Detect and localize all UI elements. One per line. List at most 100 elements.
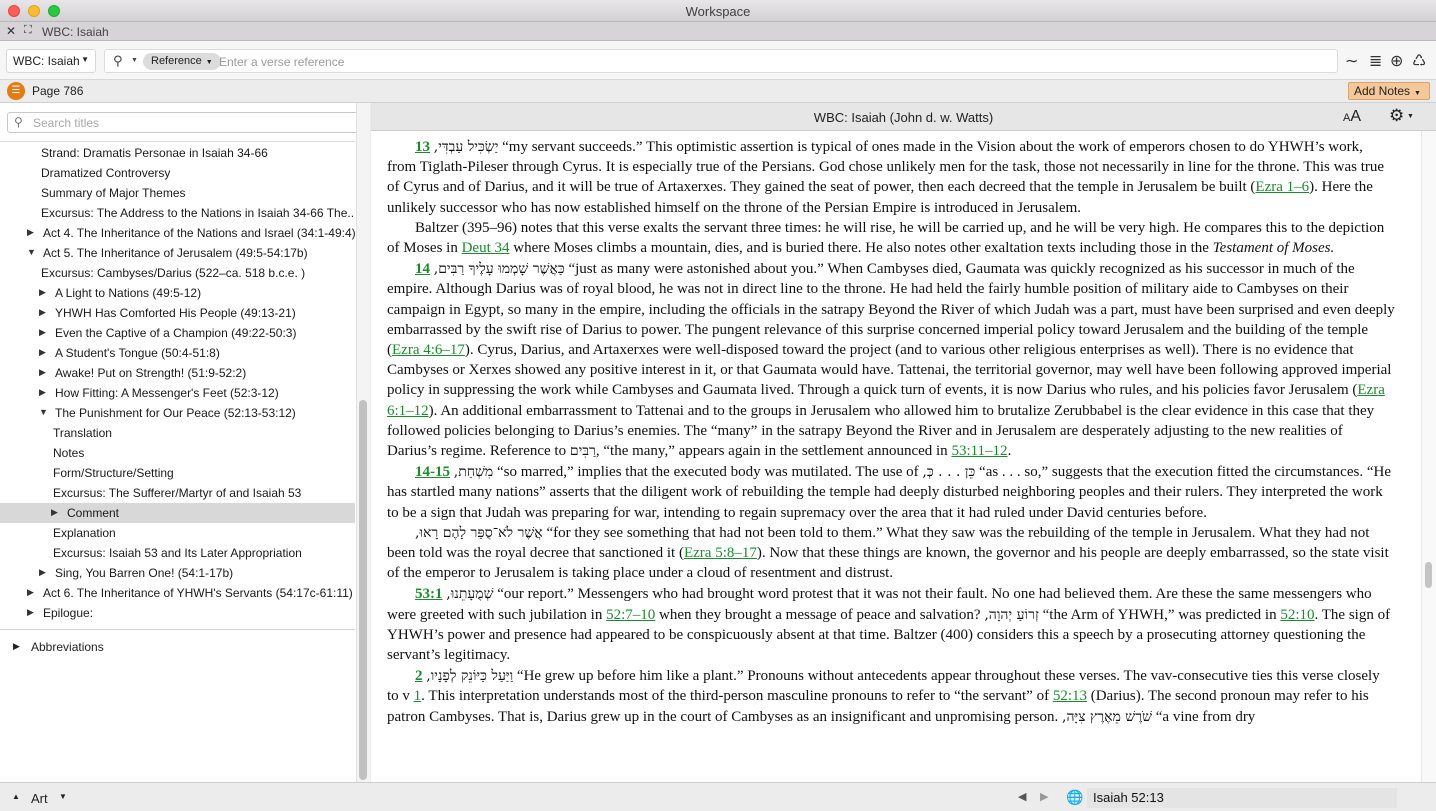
window-title: Workspace xyxy=(685,4,751,19)
search-icon[interactable]: ⚲ xyxy=(113,53,123,69)
font-size-icon[interactable]: AA xyxy=(1343,108,1361,126)
list-icon[interactable]: ≣ xyxy=(1369,51,1382,71)
disclosure-arrow-icon[interactable]: ▶ xyxy=(39,327,46,338)
expand-icon[interactable]: ⛶ xyxy=(24,24,32,37)
resource-label: WBC: Isaiah xyxy=(13,54,80,68)
reader-scroll-thumb[interactable] xyxy=(1425,562,1432,588)
disclosure-arrow-icon[interactable]: ▶ xyxy=(51,507,58,518)
chevron-up-icon[interactable]: ▲ xyxy=(12,792,20,801)
reference-input[interactable] xyxy=(219,52,1319,71)
toc-item[interactable]: ▶ Act 4. The Inheritance of the Nations a… xyxy=(0,223,355,243)
toc-item[interactable]: ▶ How Fitting: A Messenger's Feet (52:3-1… xyxy=(0,383,355,403)
reader-scrollbar[interactable] xyxy=(1421,131,1436,782)
chevron-down-icon[interactable]: ▼ xyxy=(59,792,67,801)
disclosure-arrow-icon[interactable]: ▶ xyxy=(13,641,20,652)
gear-icon[interactable]: ⚙ xyxy=(1389,106,1404,126)
reference-type-pill[interactable]: Reference ▼ xyxy=(143,53,221,70)
scripture-link[interactable]: 53:11–12 xyxy=(951,443,1007,459)
toc-item[interactable]: Excursus: Cambyses/Darius (522–ca. 518 b… xyxy=(0,263,355,283)
verse-link[interactable]: 2 xyxy=(415,668,423,684)
disclosure-arrow-icon[interactable]: ▶ xyxy=(39,387,46,398)
toc-item[interactable]: Translation xyxy=(0,423,355,443)
hebrew-text: אֲשֶׁר לֹא־סֻפַּר לָהֶם רָאוּ, xyxy=(415,524,543,541)
toc-item-label: How Fitting: A Messenger's Feet (52:3-12… xyxy=(55,386,279,400)
paragraph: Baltzer (395–96) notes that this verse e… xyxy=(387,218,1395,258)
toc-item-abbreviations[interactable]: ▶ Abbreviations xyxy=(0,637,355,657)
disclosure-arrow-icon[interactable]: ▶ xyxy=(39,567,46,578)
verse-link[interactable]: 14-15 xyxy=(415,464,450,480)
disclosure-arrow-icon[interactable]: ▶ xyxy=(27,227,34,238)
globe-icon[interactable]: 🌐 xyxy=(1066,789,1083,806)
toc-item[interactable]: Excursus: Isaiah 53 and Its Later Approp… xyxy=(0,543,355,563)
toc-item-label: Translation xyxy=(53,426,112,440)
toc-item[interactable]: ▶ A Student's Tongue (50:4-51:8) xyxy=(0,343,355,363)
chevron-down-icon: ▼ xyxy=(1414,90,1421,97)
art-panel-toggle[interactable]: Art xyxy=(31,791,48,806)
forward-arrow-icon[interactable]: ▶ xyxy=(1040,790,1048,803)
verse-link[interactable]: 53:1 xyxy=(415,586,443,602)
chevron-down-icon[interactable]: ▼ xyxy=(131,57,138,64)
disclosure-arrow-icon[interactable]: ▶ xyxy=(39,307,46,318)
chevron-down-icon[interactable]: ▼ xyxy=(1407,113,1414,120)
toc-item-label: A Light to Nations (49:5-12) xyxy=(55,286,202,300)
toc-item[interactable]: Notes xyxy=(0,443,355,463)
sidebar-scroll-thumb[interactable] xyxy=(359,400,367,780)
add-circle-icon[interactable]: ⊕ xyxy=(1390,51,1403,71)
toc-item-label: Form/Structure/Setting xyxy=(53,466,174,480)
contents-menu-icon[interactable]: ☰ xyxy=(7,82,25,100)
toc-item[interactable]: Excursus: The Address to the Nations in … xyxy=(0,203,355,223)
resource-selector[interactable]: WBC: Isaiah ▼ xyxy=(6,49,96,73)
toc-item[interactable]: Form/Structure/Setting xyxy=(0,463,355,483)
toc-item[interactable]: ▶ Epilogue: xyxy=(0,603,355,623)
toc-item[interactable]: ▼ Act 5. The Inheritance of Jerusalem (49… xyxy=(0,243,355,263)
verse-link[interactable]: 14 xyxy=(415,261,430,277)
text-run: where Moses climbs a mountain, dies, and… xyxy=(509,240,1213,257)
text-run: “my servant succeeds.” This optimistic a… xyxy=(387,139,1385,196)
scripture-link[interactable]: Deut 34 xyxy=(462,240,510,256)
disclosure-arrow-icon[interactable]: ▶ xyxy=(39,367,46,378)
text-run: . This interpretation understands most o… xyxy=(421,688,1053,705)
toc-item-label: Even the Captive of a Champion (49:22-50… xyxy=(55,326,297,340)
back-arrow-icon[interactable]: ◀ xyxy=(1018,790,1026,803)
disclosure-arrow-icon[interactable]: ▶ xyxy=(39,347,46,358)
commentary-text: 13 יַשְׂכִּיל עַבְדִּי, “my servant succ… xyxy=(387,137,1395,727)
scripture-link[interactable]: Ezra 1–6 xyxy=(1255,179,1309,195)
toc-item[interactable]: Strand: Dramatis Personae in Isaiah 34-6… xyxy=(0,143,355,163)
title-search-input[interactable] xyxy=(33,115,353,131)
toc-item[interactable]: ▶ YHWH Has Comforted His People (49:13-21… xyxy=(0,303,355,323)
toc-item[interactable]: ▶ A Light to Nations (49:5-12) xyxy=(0,283,355,303)
toc-item-label: Excursus: Isaiah 53 and Its Later Approp… xyxy=(53,546,302,560)
recycle-icon[interactable]: ♺ xyxy=(1412,51,1426,71)
toc-item[interactable]: ▶ Sing, You Barren One! (54:1-17b) xyxy=(0,563,355,583)
toc-item[interactable]: ▶ Even the Captive of a Champion (49:22-5… xyxy=(0,323,355,343)
toc-item[interactable]: ▶ Act 6. The Inheritance of YHWH's Servan… xyxy=(0,583,355,603)
scripture-link[interactable]: 52:10 xyxy=(1280,607,1314,623)
wave-icon[interactable]: ∼ xyxy=(1345,51,1358,71)
disclosure-open-icon[interactable]: ▼ xyxy=(39,407,48,417)
toc-item-label: Comment xyxy=(67,506,120,520)
toc-item[interactable]: ▶ Comment xyxy=(0,503,355,523)
disclosure-arrow-icon[interactable]: ▶ xyxy=(27,587,34,598)
disclosure-arrow-icon[interactable]: ▶ xyxy=(39,287,46,298)
scripture-link[interactable]: Ezra 5:8–17 xyxy=(684,545,757,561)
scripture-link[interactable]: 52:13 xyxy=(1053,688,1087,704)
scripture-link[interactable]: Ezra 4:6–17 xyxy=(392,342,465,358)
toc-item[interactable]: ▼ The Punishment for Our Peace (52:13-53:… xyxy=(0,403,355,423)
location-field[interactable]: Isaiah 52:13 xyxy=(1087,788,1397,808)
close-tab-icon[interactable]: ✕ xyxy=(6,24,16,38)
toc-item[interactable]: Explanation xyxy=(0,523,355,543)
toc-item[interactable]: Summary of Major Themes xyxy=(0,183,355,203)
disclosure-arrow-icon[interactable]: ▶ xyxy=(27,607,34,618)
toc-item[interactable]: Dramatized Controversy xyxy=(0,163,355,183)
tab-label[interactable]: WBC: Isaiah xyxy=(42,25,109,39)
add-notes-button[interactable]: Add Notes ▼ xyxy=(1348,82,1430,100)
toc-item-label: The Punishment for Our Peace (52:13-53:1… xyxy=(55,406,296,420)
scripture-link[interactable]: 52:7–10 xyxy=(606,607,655,623)
disclosure-open-icon[interactable]: ▼ xyxy=(27,247,36,257)
toc-item-label: Abbreviations xyxy=(31,640,104,654)
toc-item[interactable]: ▶ Awake! Put on Strength! (51:9-52:2) xyxy=(0,363,355,383)
hebrew-text: וַיַּעַל כַּיּוֹנֵק לְפָנָיו, xyxy=(426,668,514,685)
verse-link[interactable]: 13 xyxy=(415,139,430,155)
text-run: “a vine from dry xyxy=(1152,708,1256,725)
toc-item[interactable]: Excursus: The Sufferer/Martyr of and Isa… xyxy=(0,483,355,503)
